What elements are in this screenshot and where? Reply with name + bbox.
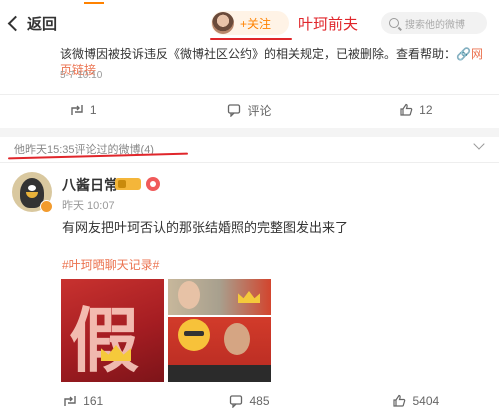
back-button[interactable]: 返回 — [7, 13, 58, 34]
sunglasses-emoji-icon — [178, 319, 210, 351]
level-badge-icon — [115, 178, 141, 190]
like-button[interactable]: 5404 — [333, 387, 499, 415]
verified-badge-icon — [40, 200, 53, 213]
hashtag-link[interactable]: #叶珂晒聊天记录# — [62, 256, 159, 273]
vip-badge-icon — [146, 177, 160, 191]
post-actions: 161 485 5404 — [0, 387, 499, 415]
comment-button[interactable]: 评论 — [166, 96, 332, 124]
comment-count: 485 — [249, 394, 270, 408]
top-bar: 返回 +关注 叶珂前夫 搜索他的微博 — [0, 0, 499, 46]
repost-button[interactable]: 1 — [0, 96, 166, 124]
deleted-post-time: 5-7 10:10 — [60, 70, 103, 81]
like-icon — [393, 394, 406, 407]
follow-button[interactable]: +关注 — [240, 15, 271, 32]
repost-count: 161 — [83, 394, 104, 408]
comment-button[interactable]: 485 — [166, 387, 332, 415]
divider — [0, 94, 499, 95]
like-icon — [400, 103, 413, 116]
section-gap — [0, 128, 499, 137]
chevron-left-icon — [7, 15, 24, 32]
link-icon: 🔗 — [456, 47, 471, 61]
comment-label: 评论 — [247, 103, 272, 118]
chevron-down-icon[interactable] — [473, 138, 485, 150]
search-input[interactable]: 搜索他的微博 — [381, 12, 487, 34]
like-count: 5404 — [412, 394, 440, 408]
repost-button[interactable]: 161 — [0, 387, 166, 415]
repost-count: 1 — [89, 103, 97, 117]
follow-widget[interactable]: +关注 — [211, 11, 289, 35]
repost-icon — [71, 105, 83, 115]
like-button[interactable]: 12 — [333, 96, 499, 124]
post-text: 有网友把叶珂否认的那张结婚照的完整图发出来了 — [62, 220, 349, 235]
comment-icon — [230, 395, 243, 408]
image-overlay-text: 假 — [69, 299, 139, 382]
post-image-1[interactable]: 假 — [61, 279, 164, 382]
post-time: 昨天 10:07 — [62, 200, 115, 212]
post-image-2[interactable] — [168, 279, 271, 382]
annotation-label: 叶珂前夫 — [298, 16, 359, 33]
repost-icon — [64, 396, 76, 406]
annotation-underline — [210, 38, 292, 40]
search-icon — [389, 18, 399, 28]
deleted-post-actions: 1 评论 12 — [0, 96, 499, 124]
deleted-notice-text: 该微博因被投诉违反《微博社区公约》的相关规定，已被删除。查看帮助： — [60, 47, 457, 61]
divider — [0, 162, 499, 163]
top-marker — [84, 2, 104, 4]
post-username[interactable]: 八酱日常 — [62, 175, 118, 195]
like-count: 12 — [419, 103, 433, 117]
deleted-notice: 该微博因被投诉违反《微博社区公约》的相关规定，已被删除。查看帮助：🔗网页链接 — [60, 46, 490, 78]
profile-avatar[interactable] — [212, 12, 234, 34]
search-placeholder: 搜索他的微博 — [405, 19, 465, 31]
back-label: 返回 — [27, 16, 58, 33]
comment-icon — [228, 104, 241, 117]
